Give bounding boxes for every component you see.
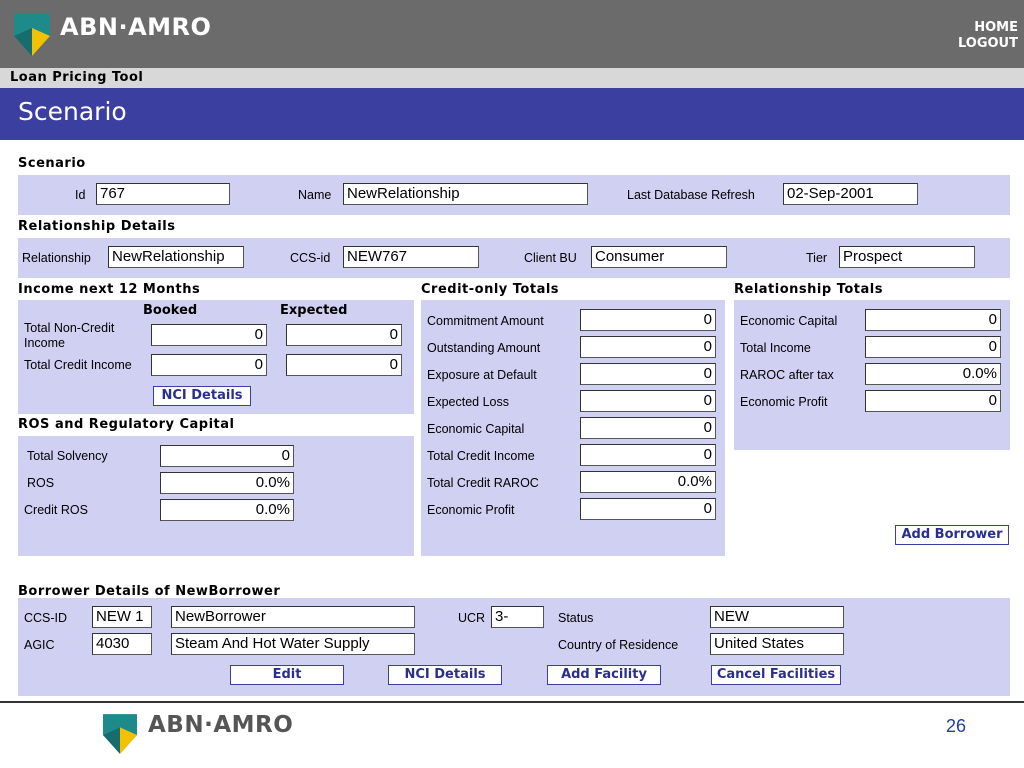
client-bu-label: Client BU (524, 251, 577, 265)
rel-economic-profit-label: Economic Profit (740, 395, 828, 409)
status-label: Status (558, 611, 594, 625)
income-nci-details-button[interactable]: NCI Details (153, 386, 251, 406)
booked-header: Booked (143, 303, 198, 318)
country-label: Country of Residence (558, 638, 679, 652)
app-window: ABN·AMRO HOME LOGOUT Loan Pricing Tool S… (0, 0, 1024, 703)
income-section-title: Income next 12 Months (18, 282, 201, 297)
relationship-totals-section-title: Relationship Totals (734, 282, 883, 297)
credit-totals-section-title: Credit-only Totals (421, 282, 560, 297)
id-field[interactable]: 767 (96, 183, 230, 205)
commitment-amount-label: Commitment Amount (427, 314, 544, 328)
refresh-label: Last Database Refresh (627, 188, 755, 202)
status-field[interactable]: NEW (710, 606, 844, 628)
total-credit-income-field[interactable]: 0 (580, 444, 716, 466)
edit-button[interactable]: Edit (230, 665, 344, 685)
abn-amro-shield-icon (14, 14, 50, 56)
agic-field[interactable]: 4030 (92, 633, 152, 655)
total-credit-income-label: Total Credit Income (427, 449, 535, 463)
relationship-panel: Relationship NewRelationship CCS-id NEW7… (18, 238, 1010, 278)
relationship-section-title: Relationship Details (18, 219, 176, 234)
footer-brand-logo-text: ABN·AMRO (148, 712, 294, 738)
brand-logo-text: ABN·AMRO (60, 13, 212, 41)
exposure-at-default-label: Exposure at Default (427, 368, 537, 382)
name-label: Name (298, 188, 332, 202)
top-nav: HOME LOGOUT (898, 20, 1018, 52)
relationship-field[interactable]: NewRelationship (108, 246, 244, 268)
total-credit-raroc-label: Total Credit RAROC (427, 476, 539, 490)
scenario-section-title: Scenario (18, 156, 86, 171)
home-link[interactable]: HOME (898, 20, 1018, 36)
agic-label: AGIC (24, 638, 55, 652)
credit-income-label: Total Credit Income (24, 358, 132, 372)
borrower-ccs-id-field[interactable]: NEW 1 (92, 606, 152, 628)
total-income-label: Total Income (740, 341, 811, 355)
ros-field[interactable]: 0.0% (160, 472, 294, 494)
page-title-bar: Scenario (0, 88, 1024, 140)
ros-panel: Total Solvency 0 ROS 0.0% Credit ROS 0.0… (18, 436, 414, 556)
tier-label: Tier (806, 251, 828, 265)
raroc-after-tax-field[interactable]: 0.0% (865, 363, 1001, 385)
tool-name: Loan Pricing Tool (10, 70, 144, 85)
expected-loss-field[interactable]: 0 (580, 390, 716, 412)
borrower-ccs-id-label: CCS-ID (24, 611, 68, 625)
ucr-field[interactable]: 3- (491, 606, 544, 628)
expected-loss-label: Expected Loss (427, 395, 509, 409)
top-header: ABN·AMRO HOME LOGOUT (0, 0, 1024, 68)
borrower-section-title: Borrower Details of NewBorrower (18, 584, 281, 599)
total-solvency-label: Total Solvency (27, 449, 108, 463)
total-credit-raroc-field[interactable]: 0.0% (580, 471, 716, 493)
exposure-at-default-field[interactable]: 0 (580, 363, 716, 385)
relationship-label: Relationship (22, 251, 91, 265)
non-credit-income-booked-field[interactable]: 0 (151, 324, 267, 346)
expected-header: Expected (280, 303, 348, 318)
id-label: Id (75, 188, 86, 202)
total-solvency-field[interactable]: 0 (160, 445, 294, 467)
refresh-field[interactable]: 02-Sep-2001 (783, 183, 918, 205)
ros-label: ROS (27, 476, 55, 490)
borrower-panel: CCS-ID NEW 1 NewBorrower UCR 3- Status N… (18, 598, 1010, 696)
page-title: Scenario (18, 97, 127, 126)
income-panel: Booked Expected Total Non-Credit Income … (18, 300, 414, 414)
credit-economic-profit-label: Economic Profit (427, 503, 515, 517)
add-borrower-button[interactable]: Add Borrower (895, 525, 1009, 545)
add-facility-button[interactable]: Add Facility (547, 665, 661, 685)
footer-abn-amro-shield-icon (103, 714, 137, 754)
borrower-nci-details-button[interactable]: NCI Details (388, 665, 502, 685)
non-credit-income-label: Total Non-Credit Income (24, 321, 115, 350)
credit-income-expected-field[interactable]: 0 (286, 354, 402, 376)
credit-economic-capital-field[interactable]: 0 (580, 417, 716, 439)
rel-economic-capital-label: Economic Capital (740, 314, 838, 328)
total-income-field[interactable]: 0 (865, 336, 1001, 358)
relationship-totals-panel: Economic Capital 0 Total Income 0 RAROC … (734, 300, 1010, 450)
rel-economic-profit-field[interactable]: 0 (865, 390, 1001, 412)
cancel-facilities-button[interactable]: Cancel Facilities (711, 665, 841, 685)
ccs-id-label: CCS-id (290, 251, 331, 265)
logout-link[interactable]: LOGOUT (898, 36, 1018, 52)
ucr-label: UCR (458, 611, 486, 625)
ccs-id-field[interactable]: NEW767 (343, 246, 479, 268)
outstanding-amount-field[interactable]: 0 (580, 336, 716, 358)
raroc-after-tax-label: RAROC after tax (740, 368, 834, 382)
non-credit-income-expected-field[interactable]: 0 (286, 324, 402, 346)
tier-field[interactable]: Prospect (839, 246, 975, 268)
scenario-panel: Id 767 Name NewRelationship Last Databas… (18, 175, 1010, 215)
tool-bar: Loan Pricing Tool (0, 68, 1024, 88)
outstanding-amount-label: Outstanding Amount (427, 341, 541, 355)
rel-economic-capital-field[interactable]: 0 (865, 309, 1001, 331)
client-bu-field[interactable]: Consumer (591, 246, 727, 268)
agic-description-field[interactable]: Steam And Hot Water Supply (171, 633, 415, 655)
credit-economic-profit-field[interactable]: 0 (580, 498, 716, 520)
credit-ros-field[interactable]: 0.0% (160, 499, 294, 521)
credit-economic-capital-label: Economic Capital (427, 422, 525, 436)
credit-ros-label: Credit ROS (24, 503, 88, 517)
country-field[interactable]: United States (710, 633, 844, 655)
credit-totals-panel: Commitment Amount 0 Outstanding Amount 0… (421, 300, 725, 556)
commitment-amount-field[interactable]: 0 (580, 309, 716, 331)
name-field[interactable]: NewRelationship (343, 183, 588, 205)
page-number: 26 (945, 716, 966, 736)
ros-section-title: ROS and Regulatory Capital (18, 417, 235, 432)
borrower-name-field[interactable]: NewBorrower (171, 606, 415, 628)
credit-income-booked-field[interactable]: 0 (151, 354, 267, 376)
